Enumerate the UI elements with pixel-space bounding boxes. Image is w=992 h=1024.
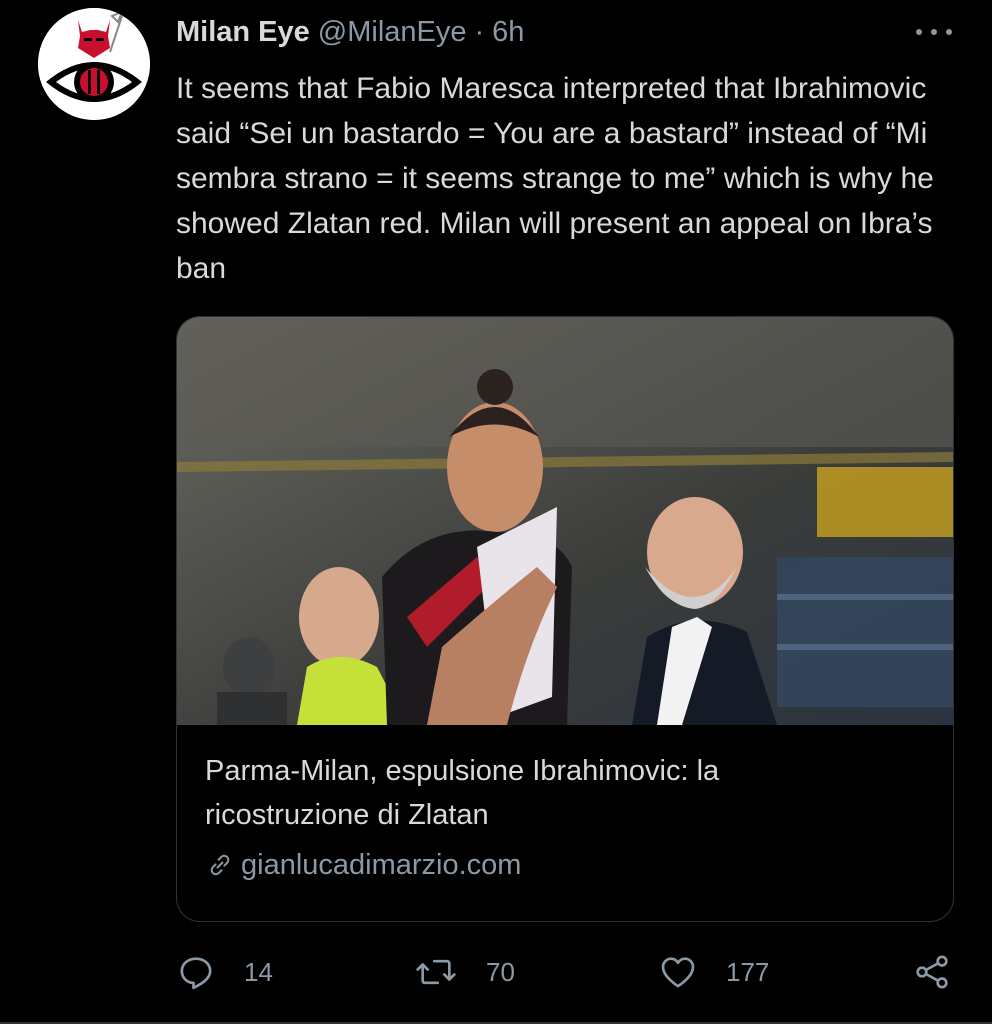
- more-dot: [916, 29, 922, 35]
- retweet-icon: [416, 959, 456, 985]
- retweet-button[interactable]: 70: [414, 948, 515, 996]
- tweet-text: It seems that Fabio Maresca interpreted …: [176, 72, 934, 285]
- milan-eye-logo-icon: [38, 8, 150, 120]
- card-image: [177, 317, 953, 725]
- reply-count: 14: [244, 956, 273, 987]
- link-icon: [210, 854, 230, 876]
- tweet: Milan Eye @MilanEye · 6h It seems that F…: [0, 0, 992, 1024]
- share-icon: [916, 955, 948, 989]
- more-icon[interactable]: [916, 18, 952, 46]
- reply-button[interactable]: 14: [176, 948, 273, 996]
- like-button[interactable]: 177: [658, 948, 769, 996]
- more-dot: [946, 29, 952, 35]
- card-body: Parma-Milan, espulsione Ibrahimovic: la …: [205, 749, 929, 887]
- heart-icon: [661, 957, 695, 988]
- display-name[interactable]: Milan Eye: [176, 16, 310, 49]
- more-dot: [931, 29, 937, 35]
- tweet-timestamp[interactable]: 6h: [492, 16, 524, 49]
- card-domain: gianlucadimarzio.com: [205, 843, 929, 887]
- header-separator: ·: [474, 15, 485, 48]
- card-title[interactable]: Parma-Milan, espulsione Ibrahimovic: la …: [205, 749, 885, 837]
- tweet-header: Milan Eye @MilanEye · 6h: [176, 12, 952, 52]
- retweet-count: 70: [486, 956, 515, 987]
- like-count: 177: [726, 956, 770, 987]
- card-domain-text: gianlucadimarzio.com: [241, 849, 522, 881]
- reply-icon: [180, 957, 212, 990]
- user-handle[interactable]: @MilanEye: [318, 16, 467, 49]
- action-bar: 14 70 177: [176, 948, 956, 996]
- share-button[interactable]: [912, 948, 952, 996]
- avatar[interactable]: [38, 8, 150, 120]
- link-preview-card[interactable]: Parma-Milan, espulsione Ibrahimovic: la …: [176, 316, 954, 922]
